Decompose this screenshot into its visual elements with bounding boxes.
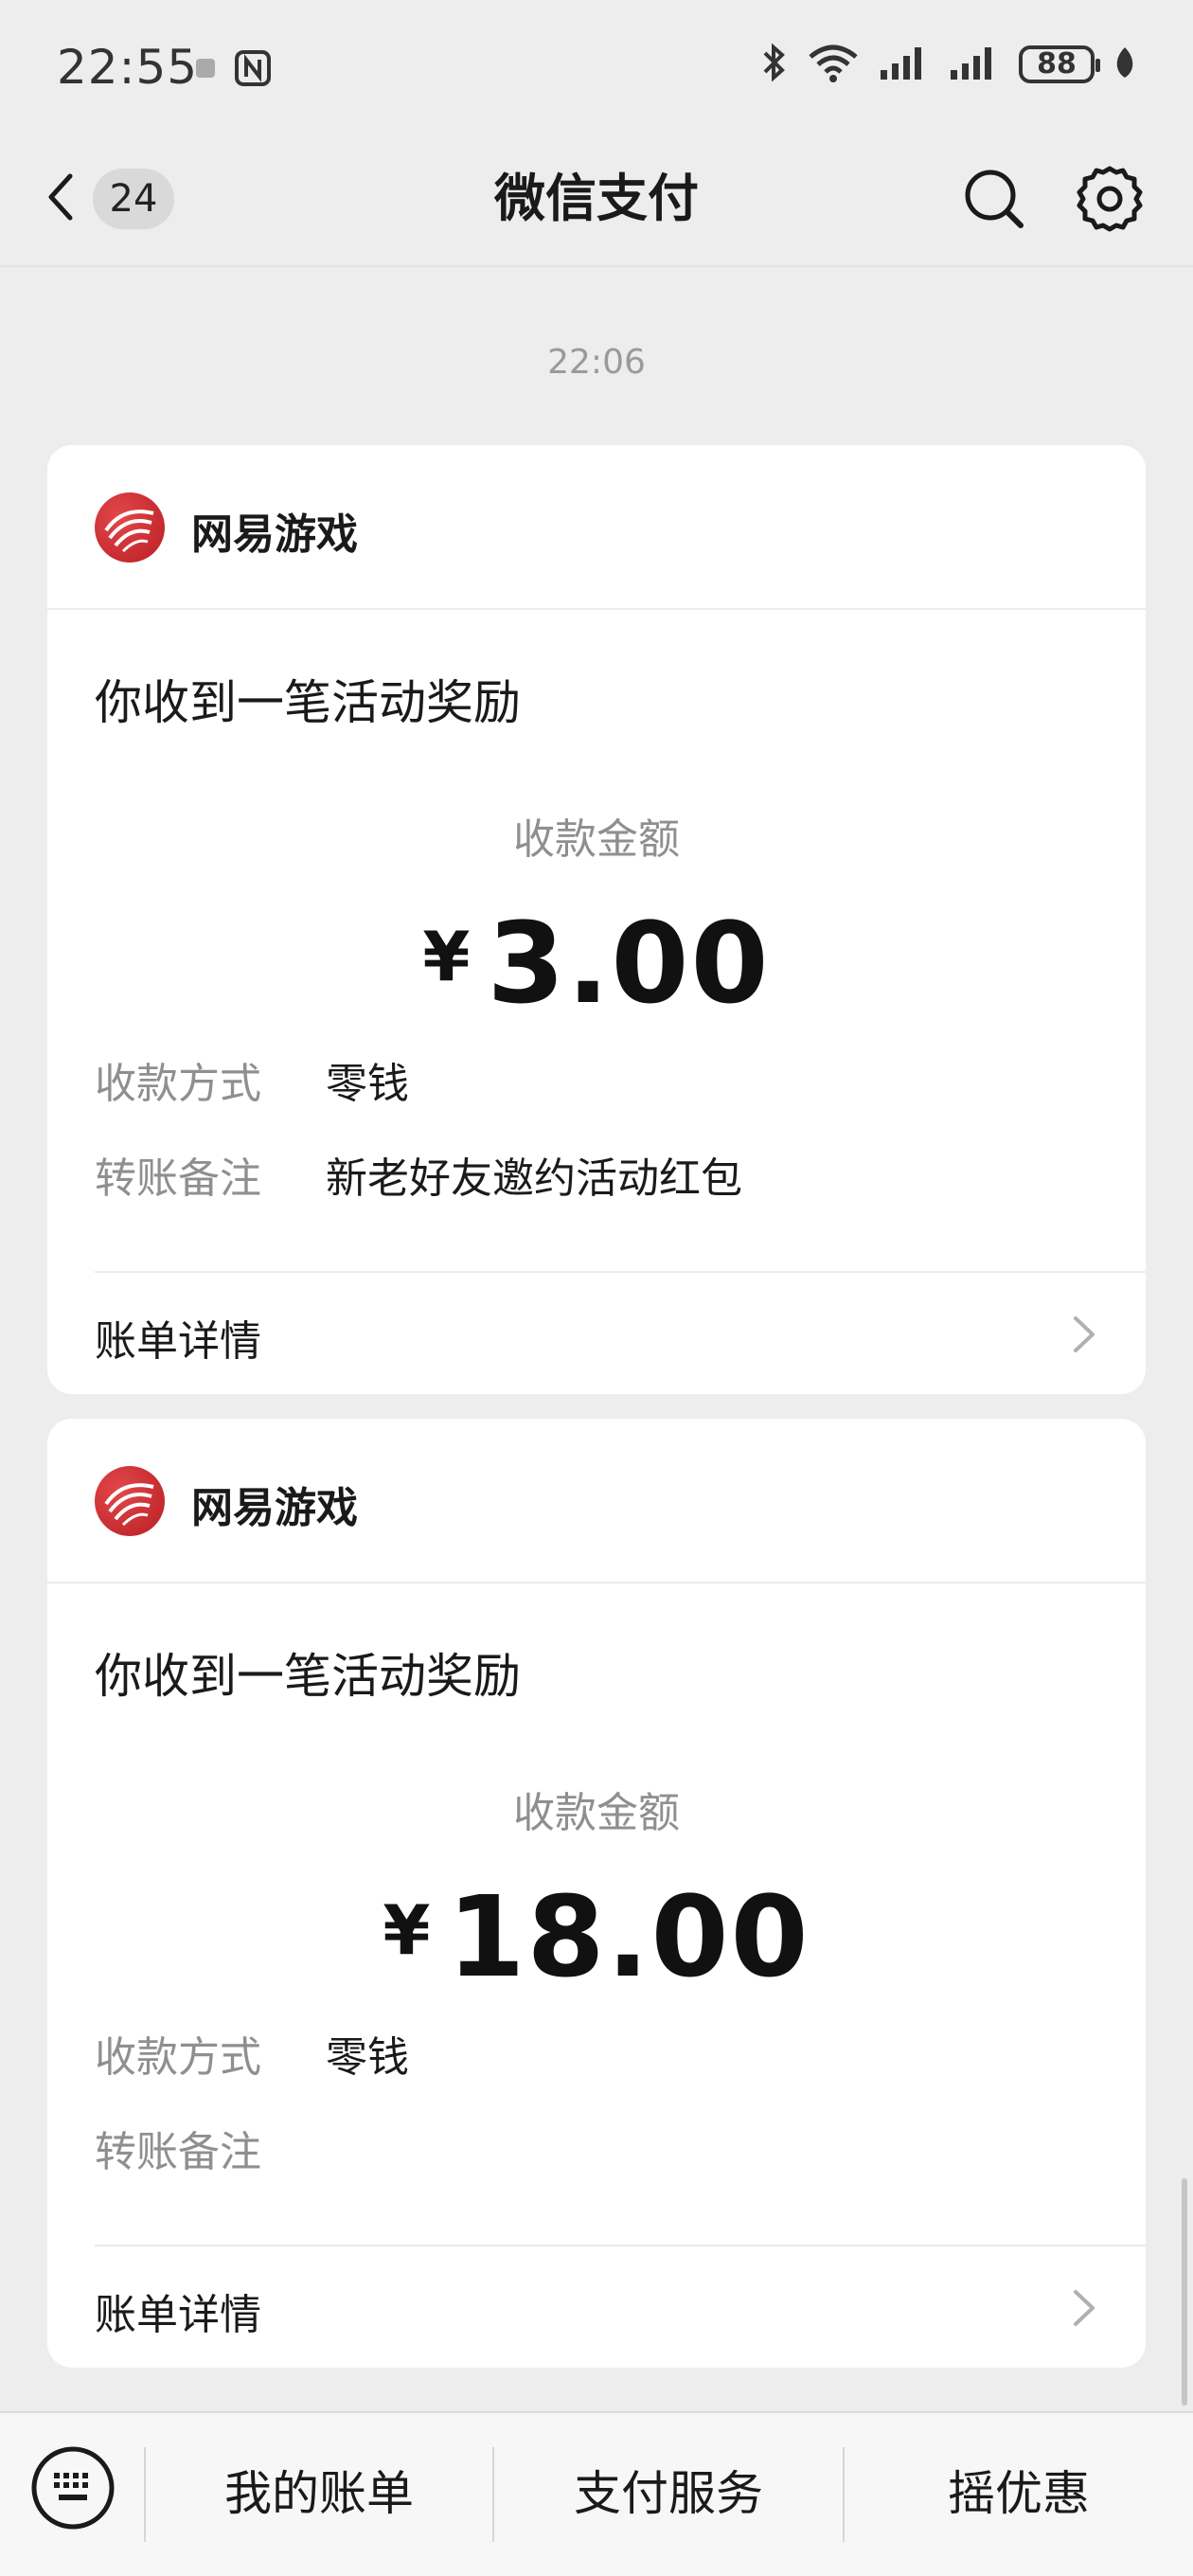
message-timestamp: 22:06: [547, 343, 646, 382]
payment-method-value: 零钱: [326, 2033, 409, 2082]
payment-method-value: 零钱: [326, 1060, 409, 1108]
wifi-icon: [807, 42, 860, 87]
card-header[interactable]: 网易游戏: [47, 445, 1146, 610]
message-title: 你收到一笔活动奖励: [95, 1649, 521, 1704]
bill-details-row[interactable]: 账单详情: [47, 2246, 1146, 2368]
search-button[interactable]: [956, 161, 1032, 237]
battery-indicator: 88: [1019, 45, 1100, 83]
scrollbar[interactable]: [1182, 2178, 1187, 2406]
search-icon: [956, 170, 1032, 241]
payment-method-label: 收款方式: [95, 2033, 261, 2082]
netease-games-logo: [95, 1466, 165, 1536]
chevron-right-icon: [1066, 1311, 1100, 1358]
transfer-note-label: 转账备注: [95, 1154, 261, 1203]
merchant-name: 网易游戏: [191, 1484, 358, 1532]
amount-label: 收款金额: [513, 1789, 680, 1837]
status-right-icons: 88: [761, 42, 1136, 87]
card-header[interactable]: 网易游戏: [47, 1419, 1146, 1583]
bill-details-label: 账单详情: [95, 2291, 261, 2339]
merchant-name: 网易游戏: [191, 510, 358, 559]
signal-icon-1: [879, 44, 930, 85]
status-time: 22:55: [57, 40, 199, 95]
bill-details-label: 账单详情: [95, 1317, 261, 1366]
keyboard-icon: [28, 2446, 117, 2536]
nfc-icon: [234, 49, 272, 91]
menu-item-my-bills[interactable]: 我的账单: [146, 2451, 492, 2536]
menu-item-shake-deals[interactable]: 摇优惠: [845, 2451, 1193, 2536]
payment-card: 网易游戏 你收到一笔活动奖励 收款金额 ¥18.00 收款方式 零钱 转账备注 …: [47, 1419, 1146, 2368]
bluetooth-icon: [761, 42, 788, 87]
currency-symbol: ¥: [422, 917, 471, 996]
status-left-icons: [194, 49, 272, 91]
amount-display: ¥18.00: [47, 1871, 1146, 2002]
message-title: 你收到一笔活动奖励: [95, 675, 521, 730]
settings-button[interactable]: [1072, 161, 1148, 237]
notification-app-icon: [194, 57, 217, 83]
leaf-icon: [1113, 45, 1136, 83]
bottom-menu-bar: 我的账单 支付服务 摇优惠: [0, 2411, 1193, 2576]
amount-value: 18.00: [447, 1871, 810, 2002]
payment-card: 网易游戏 你收到一笔活动奖励 收款金额 ¥3.00 收款方式 零钱 转账备注 新…: [47, 445, 1146, 1394]
gear-icon: [1072, 166, 1148, 241]
status-bar: 22:55 88: [0, 0, 1193, 133]
menu-item-payment-services[interactable]: 支付服务: [494, 2451, 843, 2536]
chevron-right-icon: [1066, 2284, 1100, 2332]
transfer-note-label: 转账备注: [95, 2128, 261, 2176]
keyboard-toggle-button[interactable]: [28, 2443, 117, 2532]
amount-value: 3.00: [487, 898, 771, 1029]
transfer-note-value: 新老好友邀约活动红包: [326, 1154, 742, 1203]
bill-details-row[interactable]: 账单详情: [47, 1273, 1146, 1394]
netease-games-logo: [95, 492, 165, 563]
amount-label: 收款金额: [513, 815, 680, 864]
signal-icon-2: [949, 44, 1000, 85]
amount-display: ¥3.00: [47, 898, 1146, 1029]
currency-symbol: ¥: [383, 1890, 431, 1970]
nav-bar: 24 微信支付: [0, 133, 1193, 267]
payment-method-label: 收款方式: [95, 1060, 261, 1108]
